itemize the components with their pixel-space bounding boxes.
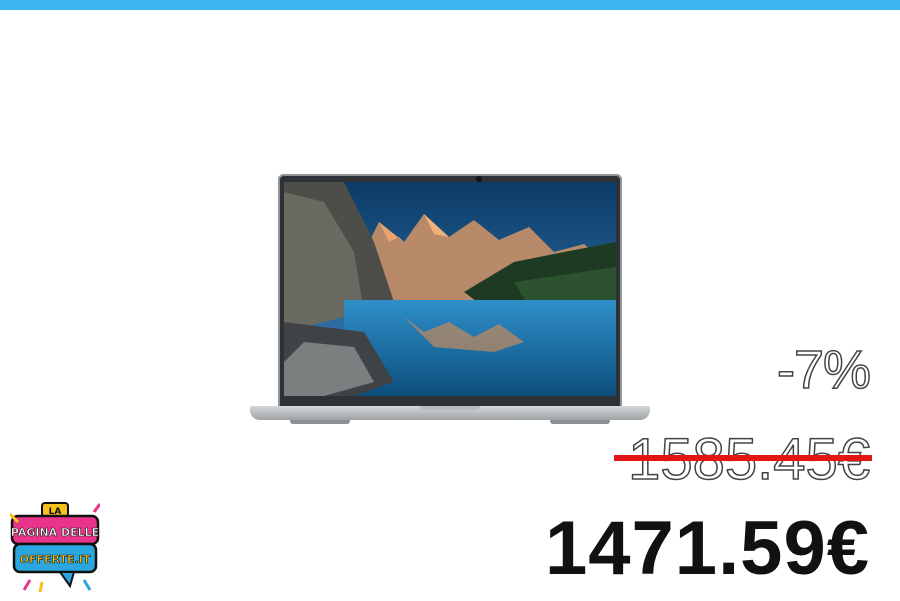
laptop-lid [278,174,622,408]
laptop-hinge-notch [420,406,480,410]
laptop-product-image [250,174,650,428]
svg-text:PAGINA DELLE: PAGINA DELLE [11,526,99,539]
top-accent-bar [0,0,900,10]
svg-text:OFFERTE.IT: OFFERTE.IT [20,553,91,566]
price-strikethrough-line [614,455,872,461]
laptop-screen-wallpaper [284,182,616,396]
laptop-foot-right [550,420,610,424]
laptop-foot-left [290,420,350,424]
discounted-price: 1471.59€ [545,506,870,591]
discount-percentage: -7% [776,339,872,401]
la-pagina-delle-offerte-logo: LA PAGINA DELLE OFFERTE.IT [8,500,102,596]
